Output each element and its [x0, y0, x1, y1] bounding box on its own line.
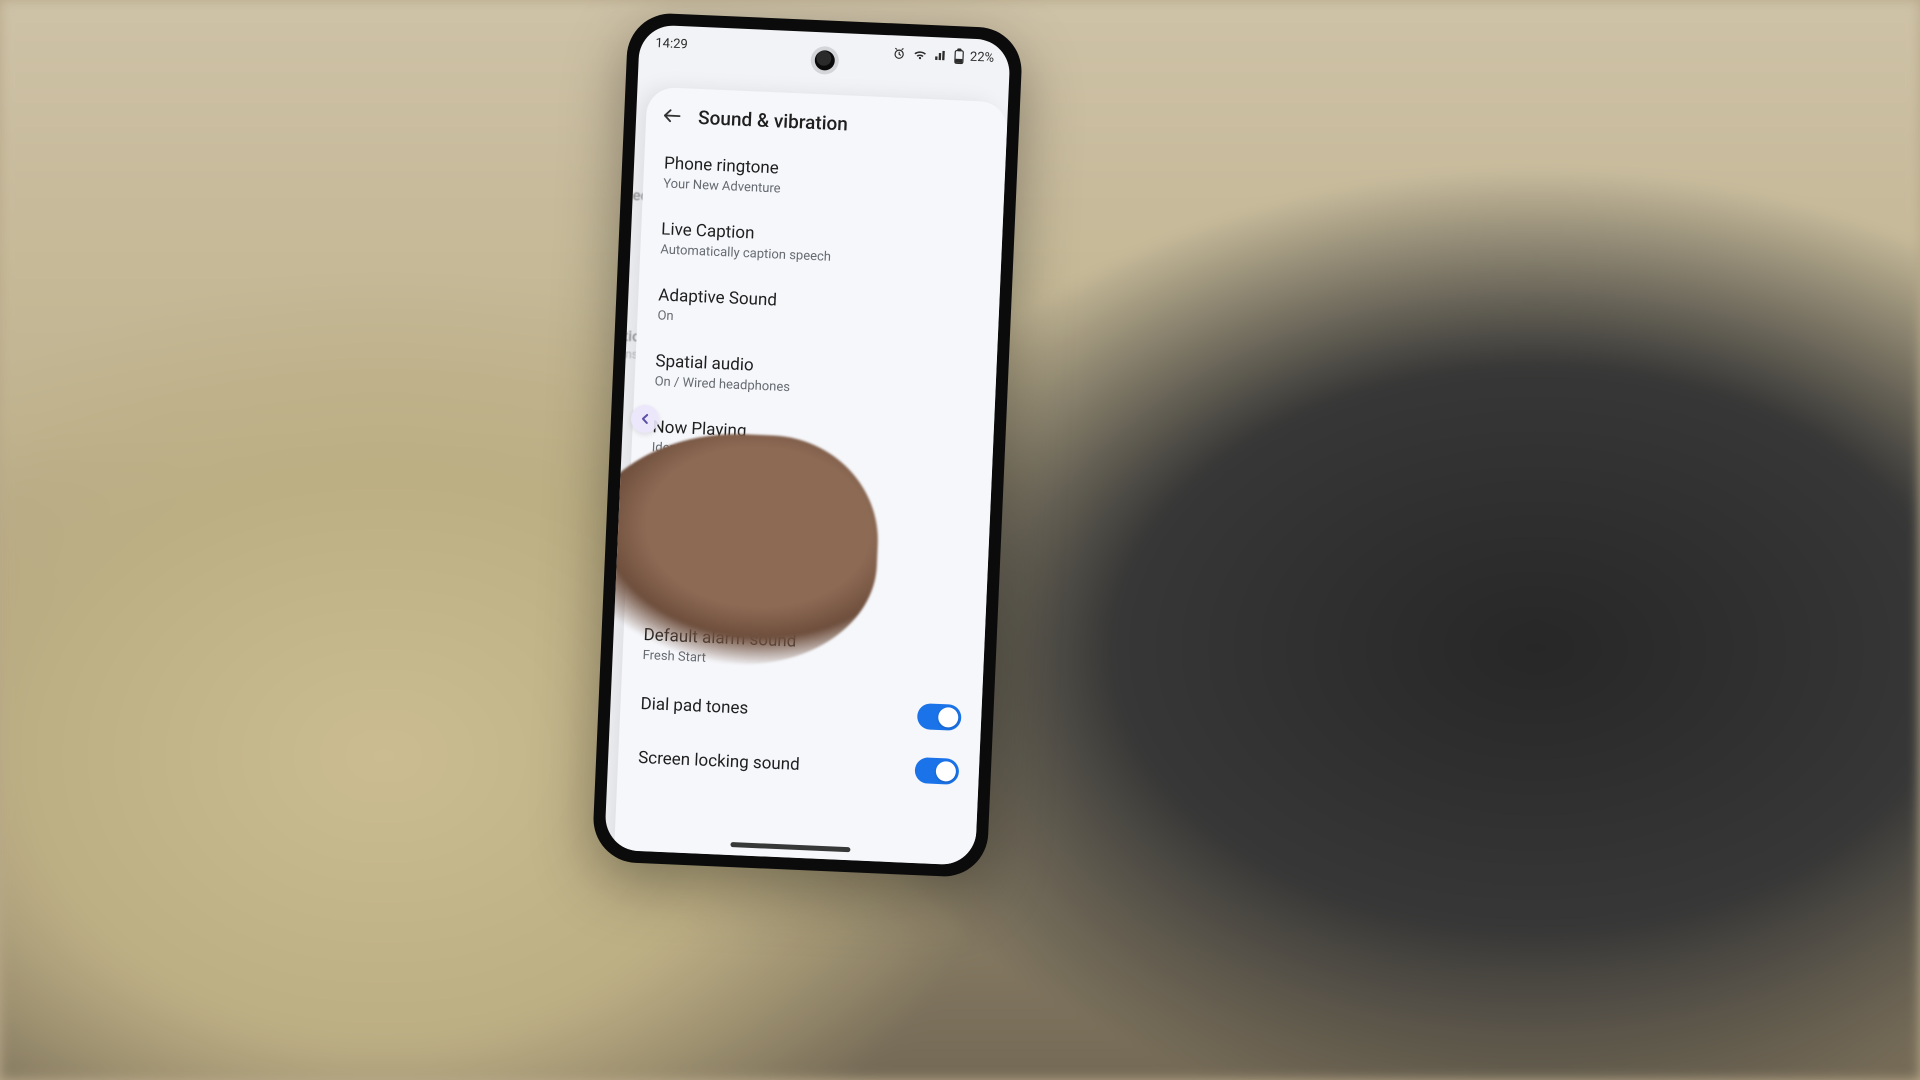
setting-subtitle: Your New Adventure [663, 176, 781, 196]
alarm-icon [892, 46, 907, 61]
phone-screen[interactable]: 14:29 22% [604, 24, 1011, 865]
setting-title: Default alarm sound [643, 625, 797, 652]
phone-frame: 14:29 22% [592, 12, 1024, 878]
setting-subtitle: On [657, 308, 776, 328]
toggle-dial-pad-tones[interactable] [917, 703, 962, 731]
settings-panel: Sound & vibration Phone ringtone Your Ne… [614, 87, 1008, 866]
setting-subtitle: On / Wired headphones [654, 374, 790, 395]
setting-title: Screen locking sound [638, 748, 800, 775]
battery-icon [954, 48, 965, 64]
phone: 14:29 22% [592, 12, 1024, 878]
back-button[interactable] [660, 103, 685, 128]
signal-icon [934, 48, 949, 63]
setting-title: Dial pad tones [640, 694, 749, 719]
setting-title: Phone ringtone [664, 153, 782, 178]
page-title: Sound & vibration [698, 105, 849, 135]
status-time: 14:29 [655, 35, 688, 51]
settings-list[interactable]: Phone ringtone Your New Adventure Live C… [614, 139, 1006, 866]
setting-subtitle: Identify songs playing nearby [651, 440, 820, 462]
setting-title: Spatial audio [655, 351, 791, 377]
setting-title: Adaptive Sound [658, 285, 777, 310]
setting-subtitle: Fresh Start [642, 648, 795, 670]
setting-default-notification-sound[interactable]: Default notification sound Eureka [645, 469, 972, 625]
toggle-screen-locking-sound[interactable] [914, 757, 959, 785]
wifi-icon [912, 47, 929, 62]
status-battery-text: 22% [970, 49, 995, 65]
arrow-left-icon [661, 104, 684, 127]
